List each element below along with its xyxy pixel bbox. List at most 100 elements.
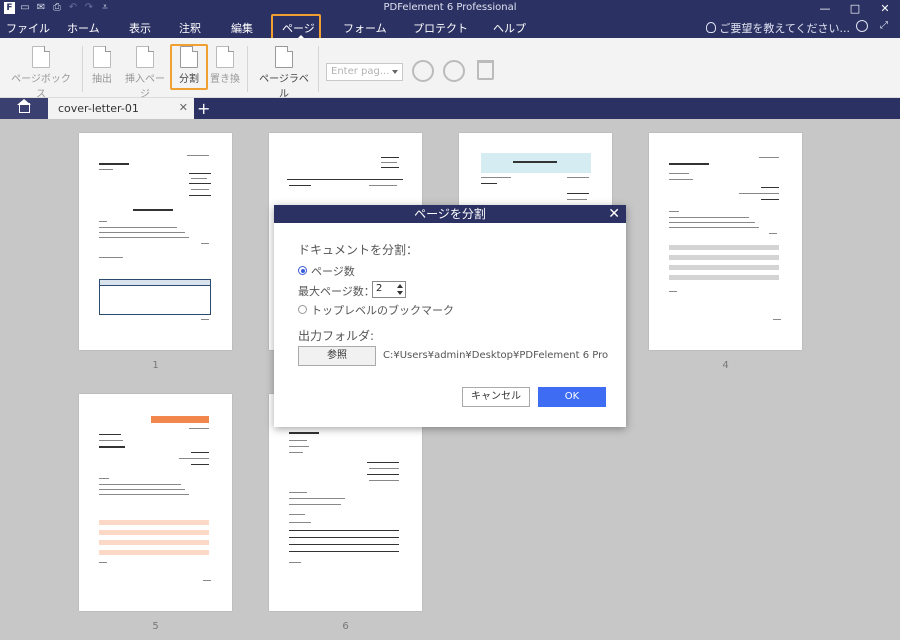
ribbon-separator bbox=[247, 46, 248, 92]
menu-protect[interactable]: プロテクト bbox=[413, 20, 468, 36]
split-by-label: ドキュメントを分割： bbox=[298, 243, 419, 257]
browse-button[interactable]: 参照 bbox=[298, 346, 376, 366]
text-line bbox=[567, 177, 589, 178]
document-tab-name: cover-letter-01 bbox=[58, 102, 139, 115]
text-line bbox=[99, 227, 177, 228]
text-line bbox=[367, 462, 399, 463]
page-thumbnail-4[interactable] bbox=[649, 133, 802, 350]
text-line bbox=[739, 193, 779, 194]
shaded-row bbox=[99, 540, 209, 545]
text-line bbox=[289, 522, 311, 523]
dialog-header: ページを分割 ✕ bbox=[274, 205, 626, 223]
heading-line bbox=[513, 161, 557, 163]
page-box-button[interactable]: ページボックス bbox=[9, 46, 73, 100]
page-number-4: 4 bbox=[722, 360, 729, 371]
maximize-icon[interactable]: □ bbox=[840, 0, 870, 17]
shaded-row bbox=[99, 530, 209, 535]
page-thumbnail-1[interactable] bbox=[79, 133, 232, 350]
text-line bbox=[289, 544, 399, 545]
shaded-row bbox=[99, 520, 209, 525]
dropdown-arrow-icon[interactable] bbox=[392, 70, 398, 74]
text-line bbox=[99, 169, 113, 170]
home-tab[interactable] bbox=[0, 98, 48, 119]
text-line bbox=[203, 580, 211, 581]
insert-page-button[interactable]: 挿入ページ bbox=[122, 46, 168, 100]
text-line bbox=[381, 157, 399, 158]
document-tab-bar: cover-letter-01 ✕ + bbox=[0, 98, 900, 119]
home-icon-body bbox=[19, 103, 30, 113]
help-search-text: ご要望を教えてください... bbox=[719, 22, 850, 35]
text-line bbox=[189, 195, 211, 196]
insert-page-label: 挿入ページ bbox=[125, 74, 165, 100]
text-line bbox=[761, 199, 779, 200]
help-search[interactable]: ご要望を教えてください... bbox=[706, 20, 850, 36]
text-line bbox=[369, 185, 397, 186]
menu-home[interactable]: ホーム bbox=[67, 20, 100, 36]
text-line bbox=[289, 492, 307, 493]
menu-annotate[interactable]: 注釈 bbox=[179, 20, 201, 36]
add-tab-button[interactable]: + bbox=[197, 99, 210, 118]
title-bar: F ▭ ✉ ⎙ ↶ ↷ ⩡ PDFelement 6 Professional … bbox=[0, 0, 900, 38]
replace-label: 置き換 bbox=[210, 74, 240, 85]
cancel-button[interactable]: キャンセル bbox=[462, 387, 530, 407]
page-number-input[interactable]: Enter pag... bbox=[326, 63, 403, 81]
close-tab-icon[interactable]: ✕ bbox=[179, 101, 188, 114]
max-pages-label: 最大ページ数： bbox=[298, 285, 375, 298]
text-line bbox=[289, 514, 305, 515]
bookmark-radio[interactable] bbox=[298, 305, 307, 314]
page-box-label: ページボックス bbox=[11, 74, 71, 100]
text-line bbox=[99, 434, 121, 435]
text-line bbox=[669, 227, 759, 228]
ribbon-separator bbox=[82, 46, 83, 92]
text-line bbox=[99, 489, 185, 490]
replace-button[interactable]: 置き換 bbox=[210, 46, 240, 85]
text-line bbox=[99, 237, 189, 238]
stepper-down-icon[interactable] bbox=[397, 291, 403, 295]
menu-help[interactable]: ヘルプ bbox=[493, 20, 526, 36]
output-folder-label: 出力フォルダ: bbox=[298, 329, 375, 343]
rotate-left-icon[interactable] bbox=[412, 60, 434, 82]
menu-edit[interactable]: 編集 bbox=[231, 20, 253, 36]
text-line bbox=[191, 189, 209, 190]
close-window-icon[interactable]: ✕ bbox=[870, 0, 900, 17]
text-line bbox=[99, 221, 107, 222]
max-pages-stepper[interactable]: 2 bbox=[372, 281, 406, 298]
page-count-radio[interactable] bbox=[298, 266, 307, 275]
text-line bbox=[189, 183, 211, 184]
page-label-icon bbox=[275, 46, 293, 68]
heading-line bbox=[669, 163, 709, 165]
text-line bbox=[289, 185, 311, 186]
page-label-button[interactable]: ページラベル bbox=[255, 46, 313, 100]
delete-page-icon[interactable] bbox=[477, 60, 494, 80]
stepper-up-icon[interactable] bbox=[397, 284, 403, 288]
menu-file[interactable]: ファイル bbox=[6, 20, 50, 36]
text-line bbox=[289, 498, 345, 499]
header-band bbox=[481, 153, 591, 173]
menu-view[interactable]: 表示 bbox=[129, 20, 151, 36]
text-line bbox=[191, 452, 209, 453]
text-line bbox=[99, 446, 125, 448]
text-line bbox=[289, 432, 319, 434]
ribbon-separator bbox=[318, 46, 319, 92]
text-line bbox=[567, 199, 587, 200]
dialog-close-icon[interactable]: ✕ bbox=[608, 205, 620, 223]
collapse-ribbon-icon[interactable]: ⤢ bbox=[880, 20, 888, 31]
shaded-row bbox=[669, 275, 779, 280]
text-line bbox=[201, 243, 209, 244]
menu-form[interactable]: フォーム bbox=[343, 20, 387, 36]
page-box-icon bbox=[32, 46, 50, 68]
bookmark-label: トップレベルのブックマーク bbox=[311, 304, 454, 317]
extract-button[interactable]: 抽出 bbox=[90, 46, 114, 85]
page-thumbnail-5[interactable] bbox=[79, 394, 232, 611]
text-line bbox=[189, 173, 211, 174]
minimize-icon[interactable]: — bbox=[810, 0, 840, 17]
ok-button[interactable]: OK bbox=[538, 387, 606, 407]
text-line bbox=[669, 217, 749, 218]
user-icon[interactable] bbox=[856, 20, 868, 32]
split-button-highlight bbox=[170, 44, 208, 90]
heading-line bbox=[133, 209, 173, 211]
document-tab[interactable]: cover-letter-01 ✕ bbox=[48, 98, 194, 119]
rotate-right-icon[interactable] bbox=[443, 60, 465, 82]
text-line bbox=[289, 537, 399, 538]
text-line bbox=[567, 193, 589, 194]
